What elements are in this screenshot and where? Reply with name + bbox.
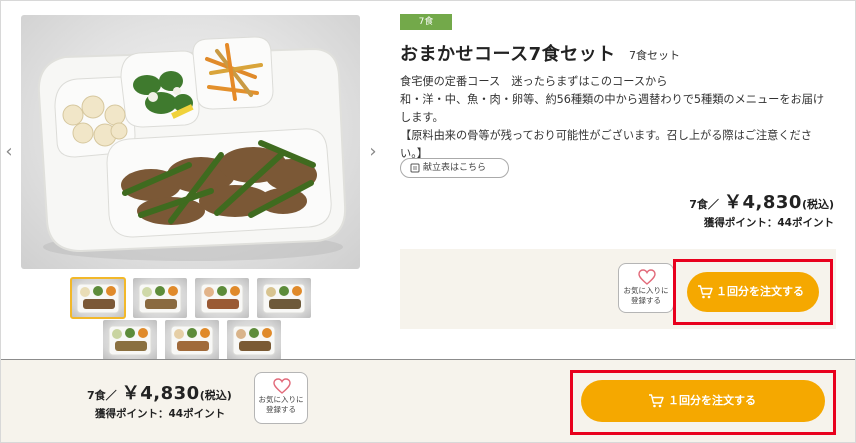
- product-description: 食宅便の定番コース 迷ったらまずはこのコースから 和・洋・中、魚・肉・卵等、約5…: [400, 73, 830, 163]
- gallery-thumbnail[interactable]: [227, 320, 281, 360]
- description-line: 食宅便の定番コース 迷ったらまずはこのコースから: [400, 75, 668, 88]
- heart-icon: [638, 269, 656, 285]
- product-subtitle: 7食セット: [629, 49, 680, 62]
- sticky-favorite-label-line2: 登録する: [266, 405, 296, 414]
- order-panel: お気に入りに 登録する １回分を注文する: [400, 249, 836, 329]
- thumbnail-strip: [0, 276, 380, 360]
- gallery-thumbnail[interactable]: [133, 278, 187, 318]
- sticky-price-line: 7食／ ￥4,830(税込): [87, 379, 232, 405]
- menu-list-button-label: 献立表はこちら: [423, 163, 487, 173]
- menu-book-icon: [410, 163, 420, 173]
- earned-points: 獲得ポイント：44ポイント: [703, 217, 834, 229]
- sticky-favorite-label-line1: お気に入りに: [258, 395, 304, 404]
- gallery-prev-arrow-icon[interactable]: ‹: [2, 141, 16, 163]
- gallery-thumbnail[interactable]: [103, 320, 157, 360]
- sticky-price-amount: ￥4,830: [121, 383, 200, 404]
- order-once-button[interactable]: １回分を注文する: [687, 272, 819, 312]
- order-once-button-label: １回分を注文する: [716, 285, 804, 298]
- product-title: おまかせコース7食セット: [400, 44, 616, 65]
- heart-icon: [273, 378, 291, 394]
- description-line: 和・洋・中、魚・肉・卵等、約56種類の中から週替わりで5種類のメニューをお届けし…: [400, 93, 825, 124]
- menu-list-button[interactable]: 献立表はこちら: [400, 158, 509, 178]
- sticky-order-once-button-label: １回分を注文する: [668, 394, 756, 407]
- sticky-order-bar: 7食／ ￥4,830(税込) 獲得ポイント：44ポイント お気に入りに 登録する…: [1, 359, 855, 442]
- sticky-earned-points: 獲得ポイント：44ポイント: [95, 408, 226, 420]
- product-tag: 7食: [400, 14, 452, 30]
- sticky-price-quantity: 7食／: [87, 389, 117, 402]
- cart-icon: [698, 285, 713, 299]
- price-line: 7食／ ￥4,830(税込): [689, 188, 834, 214]
- sticky-price-tax: (税込): [199, 389, 232, 402]
- sticky-favorite-button[interactable]: お気に入りに 登録する: [254, 372, 308, 424]
- sticky-order-once-button[interactable]: １回分を注文する: [581, 380, 825, 422]
- gallery-thumbnail[interactable]: [195, 278, 249, 318]
- price-quantity: 7食／: [689, 198, 719, 211]
- favorite-label-line1: お気に入りに: [623, 286, 669, 295]
- gallery-thumbnail[interactable]: [257, 278, 311, 318]
- gallery-next-arrow-icon[interactable]: ›: [366, 141, 380, 163]
- gallery-thumbnail[interactable]: [70, 277, 126, 319]
- favorite-button[interactable]: お気に入りに 登録する: [618, 263, 674, 313]
- gallery-thumbnail[interactable]: [165, 320, 219, 360]
- price-tax: (税込): [801, 198, 834, 211]
- product-main-image: [21, 15, 360, 269]
- cart-icon: [649, 394, 664, 408]
- price-amount: ￥4,830: [724, 192, 802, 213]
- favorite-label-line2: 登録する: [631, 296, 661, 305]
